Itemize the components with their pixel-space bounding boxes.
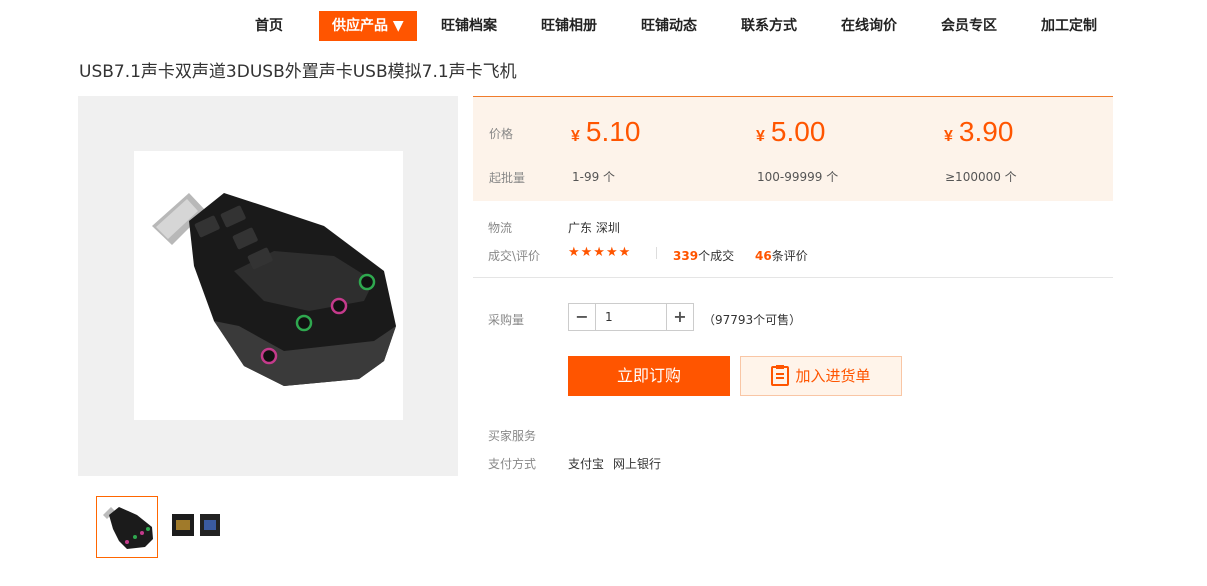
nav-custom[interactable]: 加工定制 bbox=[1041, 11, 1097, 41]
divider-line bbox=[473, 277, 1113, 278]
price-tier-2: ¥5.00 bbox=[756, 116, 826, 147]
deal-count[interactable]: 339个成交 bbox=[673, 247, 734, 264]
purchase-label: 采购量 bbox=[488, 313, 525, 327]
nav-profile[interactable]: 旺铺档案 bbox=[441, 11, 497, 41]
logistics-value: 广东 深圳 bbox=[568, 221, 620, 235]
nav-inquiry[interactable]: 在线询价 bbox=[841, 11, 897, 41]
nav-news[interactable]: 旺铺动态 bbox=[641, 11, 697, 41]
plus-button[interactable]: + bbox=[666, 304, 693, 330]
price-panel: 价格 起批量 ¥5.10 ¥5.00 ¥3.90 1-99 个 100-9999… bbox=[473, 96, 1113, 201]
top-nav: 首页 供应产品 ▼ 旺铺档案 旺铺相册 旺铺动态 联系方式 在线询价 会员专区 … bbox=[0, 11, 1207, 41]
price-tier-1: ¥5.10 bbox=[571, 116, 641, 147]
divider bbox=[656, 247, 657, 259]
buy-now-button[interactable]: 立即订购 bbox=[568, 356, 730, 396]
available-stock: （97793个可售） bbox=[703, 313, 802, 327]
qty-tier-1: 1-99 个 bbox=[572, 170, 616, 184]
main-image-viewer[interactable] bbox=[78, 96, 458, 476]
price-tier-3: ¥3.90 bbox=[944, 116, 1014, 147]
nav-album[interactable]: 旺铺相册 bbox=[541, 11, 597, 41]
moq-label: 起批量 bbox=[489, 171, 526, 185]
qty-tier-3: ≥100000 个 bbox=[945, 170, 1017, 184]
payment-bank: 网上银行 bbox=[613, 457, 662, 471]
payment-label: 支付方式 bbox=[488, 457, 537, 471]
payment-alipay: 支付宝 bbox=[568, 457, 605, 471]
price-label: 价格 bbox=[489, 127, 514, 141]
service-label: 买家服务 bbox=[488, 429, 537, 443]
thumbnail-2[interactable] bbox=[166, 496, 228, 558]
rating-stars: ★★★★★ bbox=[568, 245, 632, 260]
product-title: USB7.1声卡双声道3DUSB外置声卡USB模拟7.1声卡飞机 bbox=[79, 62, 517, 82]
nav-products[interactable]: 供应产品 ▼ bbox=[319, 11, 417, 41]
nav-contact[interactable]: 联系方式 bbox=[741, 11, 797, 41]
qty-tier-2: 100-99999 个 bbox=[757, 170, 839, 184]
nav-home[interactable]: 首页 bbox=[255, 11, 283, 41]
add-to-cart-button[interactable]: 加入进货单 bbox=[740, 356, 902, 396]
review-count[interactable]: 46条评价 bbox=[755, 247, 808, 264]
deals-label: 成交\评价 bbox=[488, 249, 541, 263]
quantity-input[interactable] bbox=[597, 304, 666, 330]
quantity-stepper: − + bbox=[568, 303, 694, 331]
product-photo bbox=[134, 151, 403, 420]
logistics-label: 物流 bbox=[488, 221, 513, 235]
minus-button[interactable]: − bbox=[569, 304, 596, 330]
thumbnail-1[interactable] bbox=[96, 496, 158, 558]
clipboard-icon bbox=[771, 365, 790, 386]
nav-members[interactable]: 会员专区 bbox=[941, 11, 997, 41]
